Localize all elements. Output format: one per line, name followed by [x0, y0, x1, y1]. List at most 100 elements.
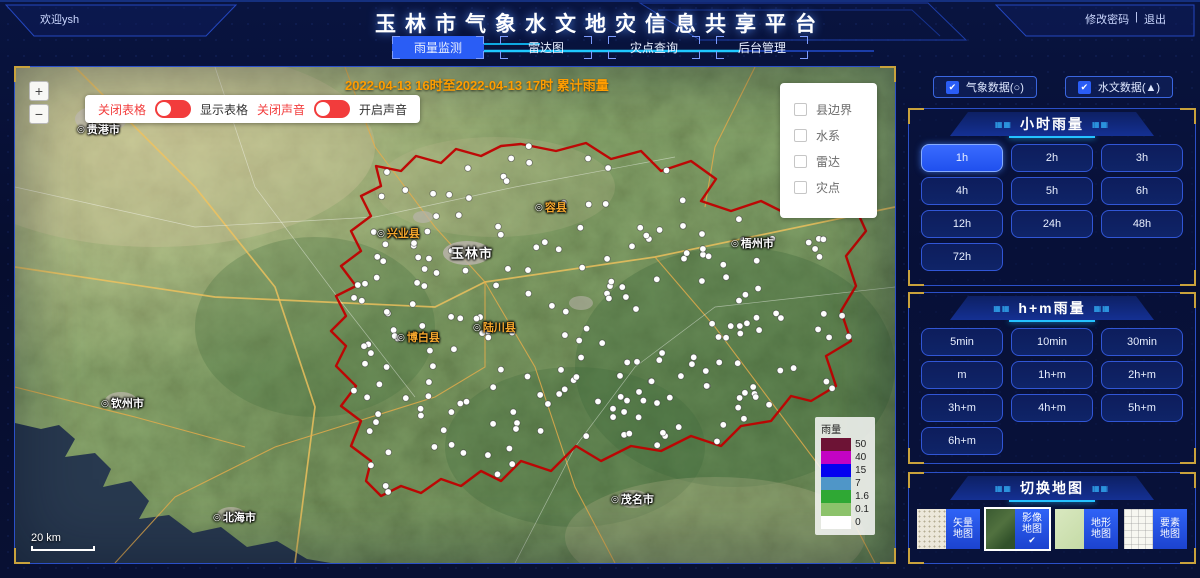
data-source-button-2[interactable]: ✔水文数据(▲)	[1065, 76, 1173, 98]
rain-station-dot[interactable]	[462, 267, 468, 273]
rain-station-dot[interactable]	[769, 236, 775, 242]
rain-station-dot[interactable]	[656, 357, 662, 363]
rain-station-dot[interactable]	[705, 253, 711, 259]
rain-station-dot[interactable]	[723, 274, 729, 280]
checkbox-icon[interactable]	[794, 129, 807, 142]
rain-station-dot[interactable]	[754, 258, 760, 264]
rain-station-dot[interactable]	[361, 343, 367, 349]
rain-station-dot[interactable]	[374, 274, 380, 280]
rain-station-dot[interactable]	[703, 368, 709, 374]
rain-station-dot[interactable]	[654, 442, 660, 448]
rain-station-dot[interactable]	[656, 227, 662, 233]
rain-station-dot[interactable]	[424, 228, 430, 234]
rain-station-dot[interactable]	[378, 193, 384, 199]
rain-station-dot[interactable]	[583, 433, 589, 439]
rain-station-dot[interactable]	[351, 387, 357, 393]
rain-station-dot[interactable]	[624, 359, 630, 365]
rain-station-dot[interactable]	[426, 255, 432, 261]
range-button-5h+m[interactable]: 5h+m	[1101, 394, 1183, 422]
rain-station-dot[interactable]	[689, 361, 695, 367]
rain-station-dot[interactable]	[654, 276, 660, 282]
rain-station-dot[interactable]	[448, 442, 454, 448]
rain-station-dot[interactable]	[606, 295, 612, 301]
rain-station-dot[interactable]	[493, 282, 499, 288]
map-type-option-3[interactable]: 地形地图	[1055, 509, 1118, 549]
rain-station-dot[interactable]	[427, 347, 433, 353]
rain-station-dot[interactable]	[608, 278, 614, 284]
rain-station-dot[interactable]	[728, 323, 734, 329]
rain-station-dot[interactable]	[709, 321, 715, 327]
map-type-option-2[interactable]: 影像地图✔	[986, 509, 1049, 549]
range-button-5min[interactable]: 5min	[921, 328, 1003, 356]
rain-station-dot[interactable]	[525, 267, 531, 273]
rain-station-dot[interactable]	[364, 394, 370, 400]
rain-station-dot[interactable]	[367, 428, 373, 434]
rain-station-dot[interactable]	[373, 419, 379, 425]
rain-station-dot[interactable]	[549, 303, 555, 309]
rain-station-dot[interactable]	[586, 201, 592, 207]
rain-station-dot[interactable]	[392, 333, 398, 339]
table-toggle-switch[interactable]	[155, 100, 191, 118]
rain-station-dot[interactable]	[676, 424, 682, 430]
rain-station-dot[interactable]	[680, 223, 686, 229]
rain-station-dot[interactable]	[753, 394, 759, 400]
rain-station-dot[interactable]	[576, 337, 582, 343]
rain-station-dot[interactable]	[362, 281, 368, 287]
rain-station-dot[interactable]	[408, 230, 414, 236]
rain-station-dot[interactable]	[815, 326, 821, 332]
rain-station-dot[interactable]	[684, 250, 690, 256]
rain-station-dot[interactable]	[383, 483, 389, 489]
rain-station-dot[interactable]	[699, 231, 705, 237]
sound-toggle-switch[interactable]	[314, 100, 350, 118]
rain-station-dot[interactable]	[479, 330, 485, 336]
rain-station-dot[interactable]	[429, 336, 435, 342]
rain-station-dot[interactable]	[562, 332, 568, 338]
rain-station-dot[interactable]	[380, 258, 386, 264]
rain-station-dot[interactable]	[643, 232, 649, 238]
rain-station-dot[interactable]	[494, 471, 500, 477]
rain-station-dot[interactable]	[755, 285, 761, 291]
rain-station-dot[interactable]	[604, 256, 610, 262]
rain-station-dot[interactable]	[485, 334, 491, 340]
rain-station-dot[interactable]	[700, 246, 706, 252]
rain-station-dot[interactable]	[410, 301, 416, 307]
rain-station-dot[interactable]	[599, 340, 605, 346]
rain-station-dot[interactable]	[750, 384, 756, 390]
rain-station-dot[interactable]	[578, 354, 584, 360]
rain-station-dot[interactable]	[634, 359, 640, 365]
rain-station-dot[interactable]	[457, 315, 463, 321]
range-button-m[interactable]: m	[921, 361, 1003, 389]
map-type-option-4[interactable]: 要素地图	[1124, 509, 1187, 549]
rain-station-dot[interactable]	[636, 389, 642, 395]
rain-station-dot[interactable]	[654, 400, 660, 406]
rain-station-dot[interactable]	[385, 489, 391, 495]
rain-station-dot[interactable]	[723, 335, 729, 341]
rain-station-dot[interactable]	[362, 361, 368, 367]
range-button-6h[interactable]: 6h	[1101, 177, 1183, 205]
rain-station-dot[interactable]	[430, 191, 436, 197]
rain-station-dot[interactable]	[510, 409, 516, 415]
range-button-48h[interactable]: 48h	[1101, 210, 1183, 238]
rain-station-dot[interactable]	[766, 402, 772, 408]
tab-2[interactable]: 雷达图	[500, 36, 592, 59]
tab-1[interactable]: 雨量监测	[392, 36, 484, 59]
range-button-72h[interactable]: 72h	[921, 243, 1003, 271]
rain-station-dot[interactable]	[806, 239, 812, 245]
rain-station-dot[interactable]	[633, 306, 639, 312]
rain-station-dot[interactable]	[558, 367, 564, 373]
rain-station-dot[interactable]	[509, 329, 515, 335]
rain-station-dot[interactable]	[773, 310, 779, 316]
rain-station-dot[interactable]	[425, 393, 431, 399]
rain-station-dot[interactable]	[368, 350, 374, 356]
rain-station-dot[interactable]	[678, 373, 684, 379]
rain-station-dot[interactable]	[816, 254, 822, 260]
rain-station-dot[interactable]	[430, 363, 436, 369]
rain-station-dot[interactable]	[680, 197, 686, 203]
rain-station-dot[interactable]	[577, 225, 583, 231]
rain-station-dot[interactable]	[513, 426, 519, 432]
range-button-2h+m[interactable]: 2h+m	[1101, 361, 1183, 389]
rain-station-dot[interactable]	[579, 264, 585, 270]
rain-station-dot[interactable]	[505, 266, 511, 272]
range-button-3h[interactable]: 3h	[1101, 144, 1183, 172]
rain-station-dot[interactable]	[812, 246, 818, 252]
